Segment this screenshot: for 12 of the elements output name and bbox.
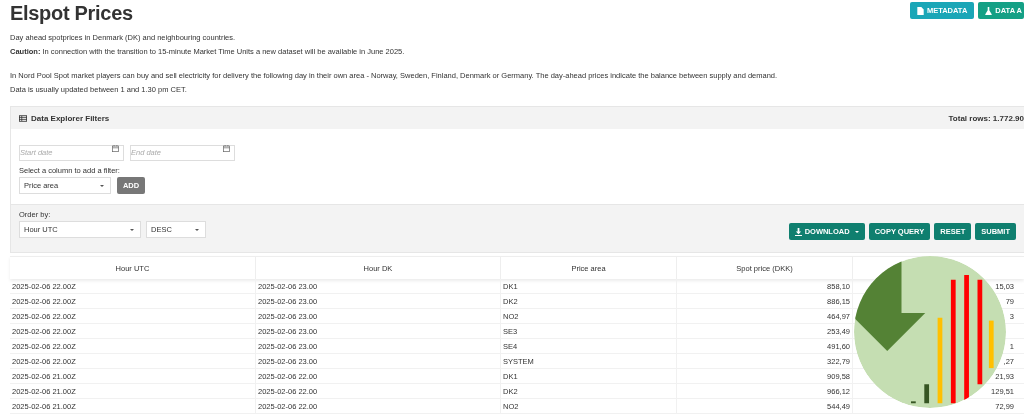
filters-title: Data Explorer Filters	[31, 113, 110, 123]
calendar-icon[interactable]	[223, 145, 230, 152]
caret-icon	[130, 228, 134, 231]
caret-icon	[100, 184, 104, 187]
list-icon	[19, 114, 27, 122]
total-rows: Total rows: 1.772.90	[948, 113, 1024, 123]
download-icon	[794, 227, 802, 236]
calendar-icon[interactable]	[112, 145, 119, 152]
page-title: Elspot Prices	[10, 2, 133, 25]
caret-icon	[195, 228, 199, 231]
flask-icon	[985, 6, 993, 15]
document-icon	[916, 6, 924, 15]
